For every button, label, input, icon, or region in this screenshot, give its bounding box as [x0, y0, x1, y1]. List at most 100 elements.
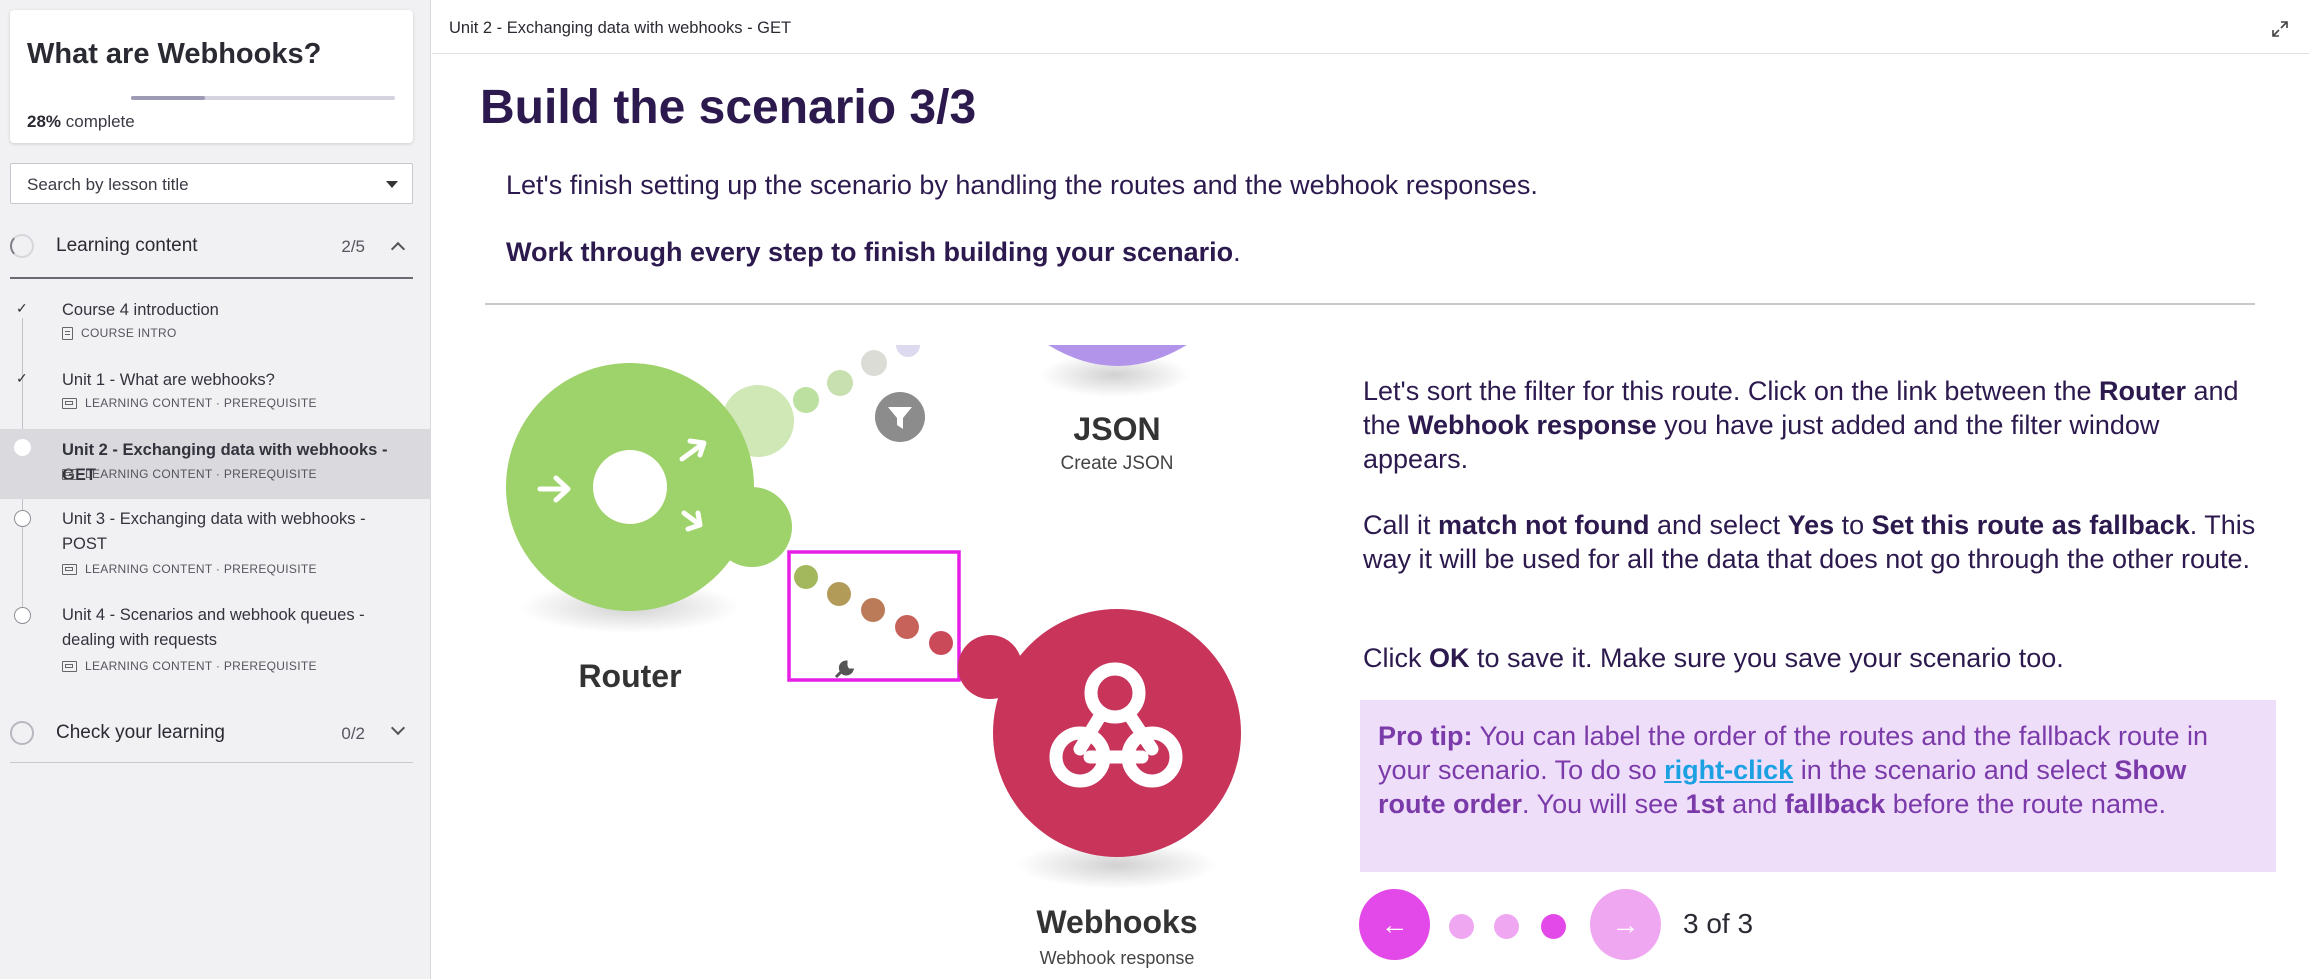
section-divider [10, 277, 413, 279]
section-learning-content[interactable]: Learning content 2/5 [10, 218, 413, 274]
arrow-left-icon: ← [1380, 908, 1409, 940]
lesson-item[interactable]: Course 4 introduction COURSE INTRO [0, 290, 430, 360]
instruction-paragraph-2: Call it match not found and select Yes t… [1363, 508, 2263, 576]
course-card: What are Webhooks? 28% complete [10, 10, 413, 143]
router-center [593, 450, 667, 524]
progress-bar-fill [131, 96, 205, 100]
lesson-header-bar: Unit 2 - Exchanging data with webhooks -… [432, 7, 2309, 54]
pro-tip-label: Pro tip: [1378, 721, 1473, 751]
todo-lesson-icon [14, 510, 31, 527]
p1-bold: Webhook response [1408, 410, 1657, 440]
scenario-diagram: JSON Create JSON Router Webhooks Webhook… [506, 345, 1241, 968]
p1-bold: Router [2099, 376, 2187, 406]
dropdown-caret-icon [386, 181, 398, 188]
intro-text: Let's finish setting up the scenario by … [506, 170, 1538, 200]
lesson-meta-text: LEARNING CONTENT · PREREQUISITE [85, 467, 317, 481]
p3-text: Click [1363, 643, 1429, 673]
webhook-icon[interactable] [993, 609, 1241, 857]
p3-bold: OK [1429, 643, 1470, 673]
p2-bold: match not found [1438, 510, 1650, 540]
step-dot-2[interactable] [1494, 914, 1519, 939]
connector-dot [929, 631, 953, 655]
connector-dot [861, 350, 887, 376]
p2-text: Call it [1363, 510, 1439, 540]
progress-value: 28% [27, 112, 62, 131]
step-dot-3-active[interactable] [1541, 914, 1566, 939]
p1-text: Let's sort the filter for this route. Cl… [1363, 376, 2100, 406]
lesson-meta-text: LEARNING CONTENT · PREREQUISITE [85, 396, 317, 410]
lesson-meta-text: COURSE INTRO [81, 326, 177, 340]
webhooks-label: Webhooks [1036, 904, 1197, 940]
current-lesson-icon [14, 439, 31, 456]
chevron-up-icon[interactable] [390, 241, 406, 257]
check-icon [14, 300, 31, 319]
intro-end: . [1233, 237, 1241, 267]
pro-tip-bold: 1st [1685, 789, 1725, 819]
lesson-search-select[interactable]: Search by lesson title [10, 163, 413, 204]
chevron-down-icon[interactable] [390, 720, 406, 736]
course-title: What are Webhooks? [27, 38, 322, 70]
next-step-button[interactable]: → [1590, 889, 1661, 960]
screen-icon [62, 398, 77, 410]
connector-dot [895, 615, 919, 639]
lesson-item[interactable]: Unit 3 - Exchanging data with webhooks -… [0, 505, 430, 597]
content-divider [485, 303, 2255, 305]
sidebar: What are Webhooks? 28% complete Search b… [0, 0, 431, 979]
lesson-item[interactable]: Unit 1 - What are webhooks? LEARNING CON… [0, 360, 430, 430]
connector-dot [861, 598, 885, 622]
connector-dot [827, 370, 853, 396]
section-progress-icon [10, 721, 34, 745]
router-label: Router [578, 658, 681, 694]
connector-dot [827, 582, 851, 606]
check-icon [14, 370, 31, 389]
json-label: JSON [1073, 411, 1160, 447]
section-progress-icon [10, 234, 34, 258]
progress-suffix: complete [61, 112, 135, 131]
p2-text: to [1834, 510, 1872, 540]
wrench-icon[interactable] [834, 660, 855, 679]
page-counter: 3 of 3 [1683, 908, 1754, 939]
lesson-meta: LEARNING CONTENT · PREREQUISITE [62, 562, 317, 576]
lesson-item-active[interactable]: Unit 2 - Exchanging data with webhooks -… [0, 429, 430, 499]
document-icon [62, 327, 73, 341]
pro-tip-text: before the route name. [1885, 789, 2166, 819]
progress-text: 28% complete [27, 112, 135, 132]
pro-tip-bold: fallback [1784, 789, 1886, 819]
todo-lesson-icon [14, 607, 31, 624]
connector-dot [794, 565, 818, 589]
lesson-title: Unit 1 - What are webhooks? [62, 371, 275, 389]
pro-tip-box: Pro tip: You can label the order of the … [1360, 700, 2276, 872]
instruction-paragraph-1: Let's sort the filter for this route. Cl… [1363, 374, 2263, 476]
screen-icon [62, 661, 77, 673]
search-placeholder: Search by lesson title [27, 175, 189, 194]
section-count: 2/5 [341, 237, 365, 256]
section-label: Learning content [56, 235, 198, 256]
intro-instruction: Work through every step to finish buildi… [506, 237, 1241, 268]
lesson-meta: LEARNING CONTENT · PREREQUISITE [62, 659, 317, 673]
intro-bold: Work through every step to finish buildi… [506, 237, 1234, 267]
p2-bold: Set this route as fallback [1871, 510, 2190, 540]
p2-bold: Yes [1787, 510, 1835, 540]
right-click-link[interactable]: right-click [1664, 755, 1793, 785]
instruction-paragraph-3: Click OK to save it. Make sure you save … [1363, 641, 2263, 675]
section-label: Check your learning [56, 722, 225, 743]
step-dot-1[interactable] [1449, 914, 1474, 939]
lesson-meta: LEARNING CONTENT · PREREQUISITE [62, 396, 317, 410]
screen-icon [62, 564, 77, 576]
p2-text: and select [1649, 510, 1788, 540]
lesson-meta-text: LEARNING CONTENT · PREREQUISITE [85, 562, 317, 576]
page-title: Build the scenario 3/3 [480, 81, 977, 134]
arrow-right-icon: → [1611, 908, 1640, 940]
lesson-item[interactable]: Unit 4 - Scenarios and webhook queues - … [0, 603, 430, 695]
expand-icon[interactable] [2271, 20, 2289, 38]
previous-step-button[interactable]: ← [1359, 889, 1430, 960]
lesson-meta: COURSE INTRO [62, 326, 177, 341]
section-check-learning[interactable]: Check your learning 0/2 [10, 705, 413, 761]
breadcrumb: Unit 2 - Exchanging data with webhooks -… [449, 19, 792, 37]
section-count: 0/2 [341, 724, 365, 743]
p3-text: to save it. Make sure you save your scen… [1469, 643, 2064, 673]
lesson-title: Unit 4 - Scenarios and webhook queues - … [62, 606, 365, 649]
pro-tip-text: . You will see [1522, 789, 1686, 819]
connector-dot [896, 345, 920, 357]
json-sublabel: Create JSON [1061, 453, 1174, 474]
